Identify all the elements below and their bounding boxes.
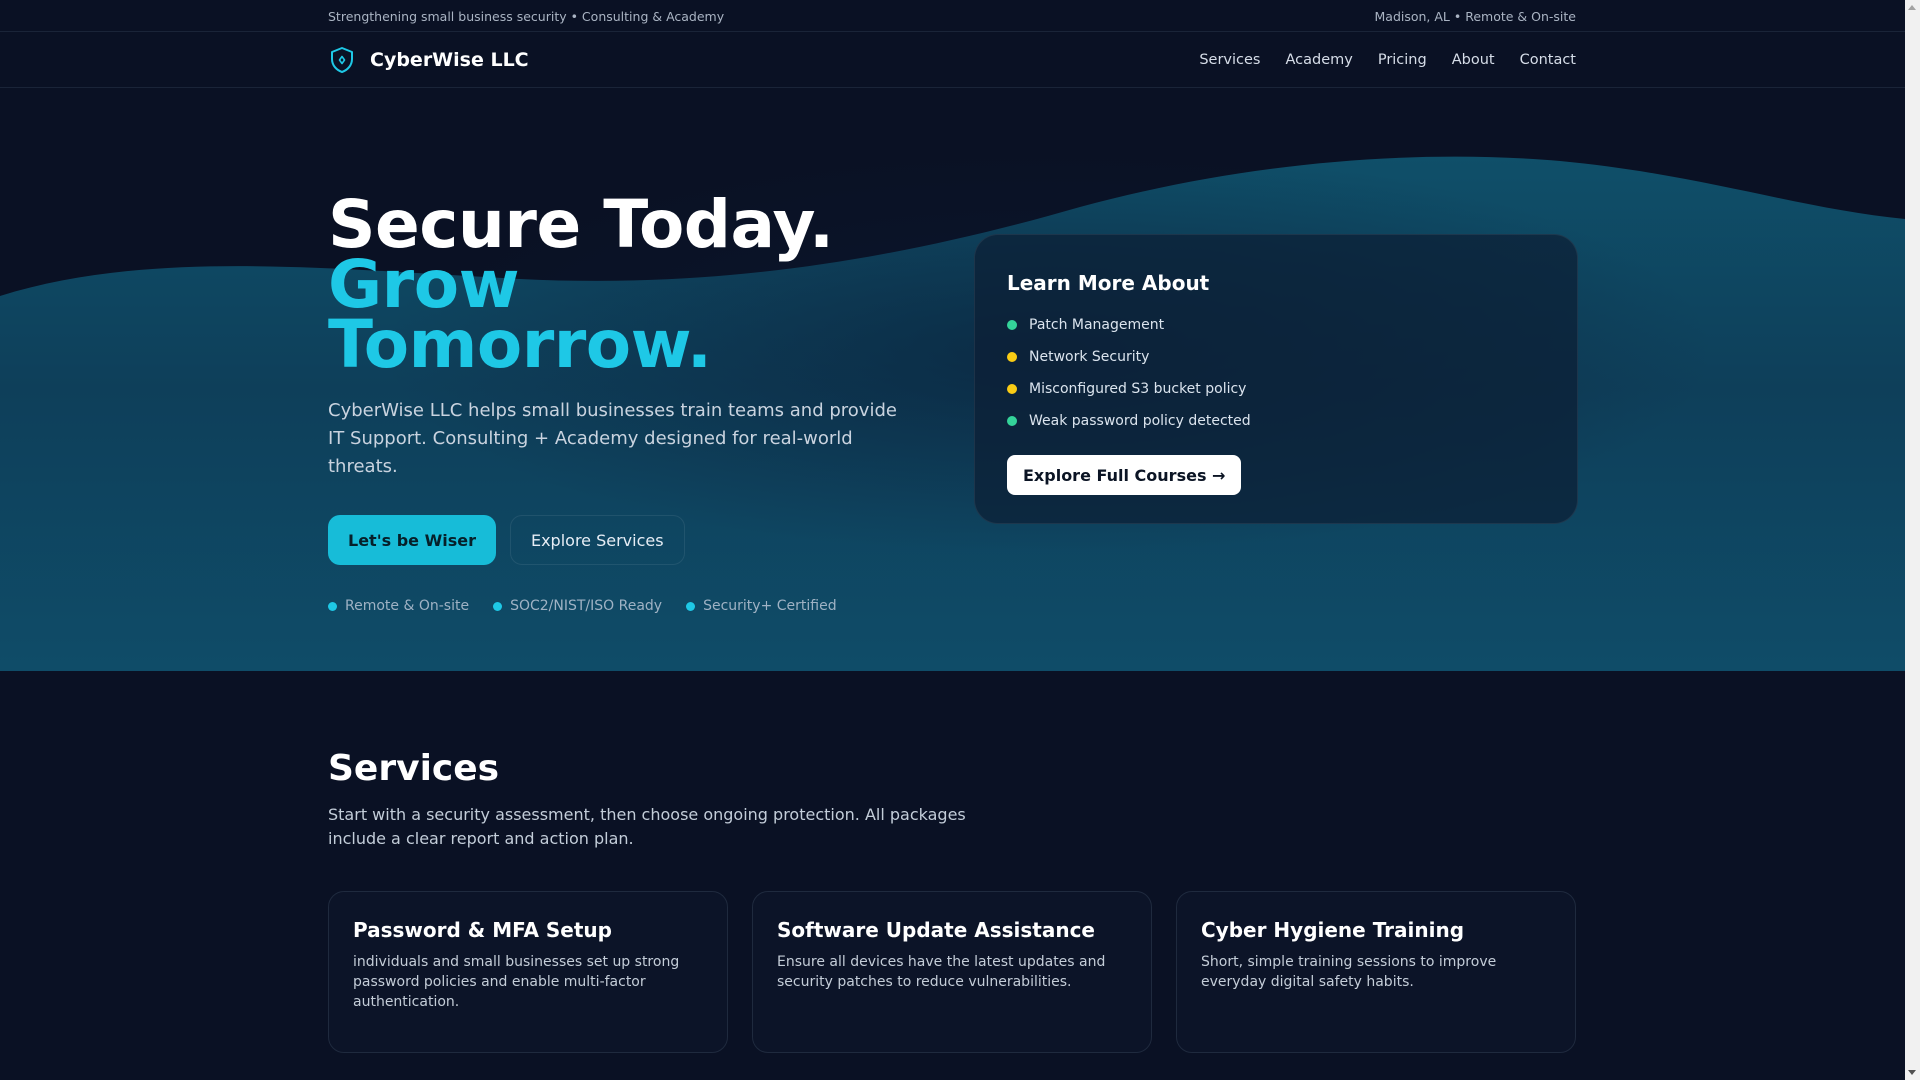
hero-headline: Secure Today. Grow Tomorrow.	[328, 192, 918, 383]
service-card-desc: Ensure all devices have the latest updat…	[777, 954, 1106, 990]
list-item: Misconfigured S3 bucket policy	[1007, 373, 1545, 405]
learn-card-list: Patch Management Network Security Miscon…	[1007, 309, 1545, 437]
list-item: Patch Management	[1007, 309, 1545, 341]
hero-lead: CyberWise LLC helps small businesses tra…	[328, 400, 897, 477]
explore-full-courses-button[interactable]: Explore Full Courses →	[1007, 455, 1242, 495]
hero-content: Secure Today. Grow Tomorrow. CyberWise L…	[328, 192, 918, 614]
nav-links: Services Academy Pricing About Contact	[1199, 52, 1576, 68]
explore-services-button[interactable]: Explore Services	[509, 515, 685, 565]
badge-label: SOC2/NIST/ISO Ready	[510, 598, 663, 614]
service-card-password-mfa[interactable]: Password & MFA Setup individuals and sma…	[328, 891, 728, 1053]
service-card-cyber-hygiene[interactable]: Cyber Hygiene Training Short, simple tra…	[1176, 891, 1576, 1053]
brand-name: CyberWise LLC	[370, 49, 529, 71]
nav-services[interactable]: Services	[1199, 52, 1260, 68]
headline-line-2: Grow Tomorrow.	[328, 246, 712, 383]
badge-certified: Security+ Certified	[686, 598, 837, 614]
badge-label: Remote & On-site	[345, 598, 470, 614]
service-card-title: Password & MFA Setup	[353, 918, 612, 942]
nav-pricing[interactable]: Pricing	[1378, 52, 1427, 68]
hero-badges: Remote & On-site SOC2/NIST/ISO Ready Sec…	[328, 598, 918, 614]
tagline: Strengthening small business security • …	[328, 8, 725, 24]
shield-icon	[328, 45, 356, 75]
status-dot-icon	[1007, 416, 1017, 426]
main-nav: CyberWise LLC Services Academy Pricing A…	[0, 32, 1920, 88]
nav-academy[interactable]: Academy	[1285, 52, 1352, 68]
nav-contact[interactable]: Contact	[1520, 52, 1576, 68]
service-card-desc: individuals and small businesses set up …	[353, 954, 680, 1010]
learn-more-card: Learn More About Patch Management Networ…	[974, 234, 1578, 524]
service-card-title: Cyber Hygiene Training	[1201, 918, 1465, 942]
service-card-desc: Short, simple training sessions to impro…	[1201, 954, 1497, 990]
top-bar: Strengthening small business security • …	[0, 0, 1920, 32]
services-lead: Start with a security assessment, then c…	[328, 805, 966, 848]
service-card-title: Software Update Assistance	[777, 918, 1095, 942]
badge-label: Security+ Certified	[703, 598, 837, 614]
learn-card-title: Learn More About	[1007, 271, 1210, 295]
scroll-down-arrow-icon[interactable]	[1908, 1070, 1916, 1075]
wave-background	[0, 89, 1905, 671]
lets-be-wiser-button[interactable]: Let's be Wiser	[328, 515, 496, 565]
services-section: Services Start with a security assessmen…	[0, 671, 1905, 1080]
badge-dot-icon	[328, 601, 337, 611]
brand[interactable]: CyberWise LLC	[328, 45, 529, 75]
status-dot-icon	[1007, 352, 1017, 362]
list-item-label: Network Security	[1029, 349, 1150, 365]
badge-compliance: SOC2/NIST/ISO Ready	[493, 598, 662, 614]
list-item: Weak password policy detected	[1007, 405, 1545, 437]
status-dot-icon	[1007, 384, 1017, 394]
badge-dot-icon	[493, 601, 503, 611]
hero-cta-row: Let's be Wiser Explore Services	[328, 515, 918, 565]
badge-remote: Remote & On-site	[328, 598, 469, 614]
services-grid: Password & MFA Setup individuals and sma…	[328, 891, 1576, 1053]
status-dot-icon	[1007, 320, 1017, 330]
list-item: Network Security	[1007, 341, 1545, 373]
nav-about[interactable]: About	[1452, 52, 1495, 68]
services-title: Services	[328, 748, 500, 789]
list-item-label: Misconfigured S3 bucket policy	[1029, 381, 1247, 397]
service-card-software-update[interactable]: Software Update Assistance Ensure all de…	[752, 891, 1152, 1053]
list-item-label: Patch Management	[1029, 317, 1165, 333]
scroll-up-arrow-icon[interactable]	[1908, 5, 1916, 10]
hero-section: Secure Today. Grow Tomorrow. CyberWise L…	[0, 89, 1905, 671]
location-info: Madison, AL • Remote & On-site	[1374, 8, 1577, 24]
page-scrollbar[interactable]	[1905, 0, 1920, 1080]
badge-dot-icon	[686, 601, 696, 611]
list-item-label: Weak password policy detected	[1029, 413, 1251, 429]
